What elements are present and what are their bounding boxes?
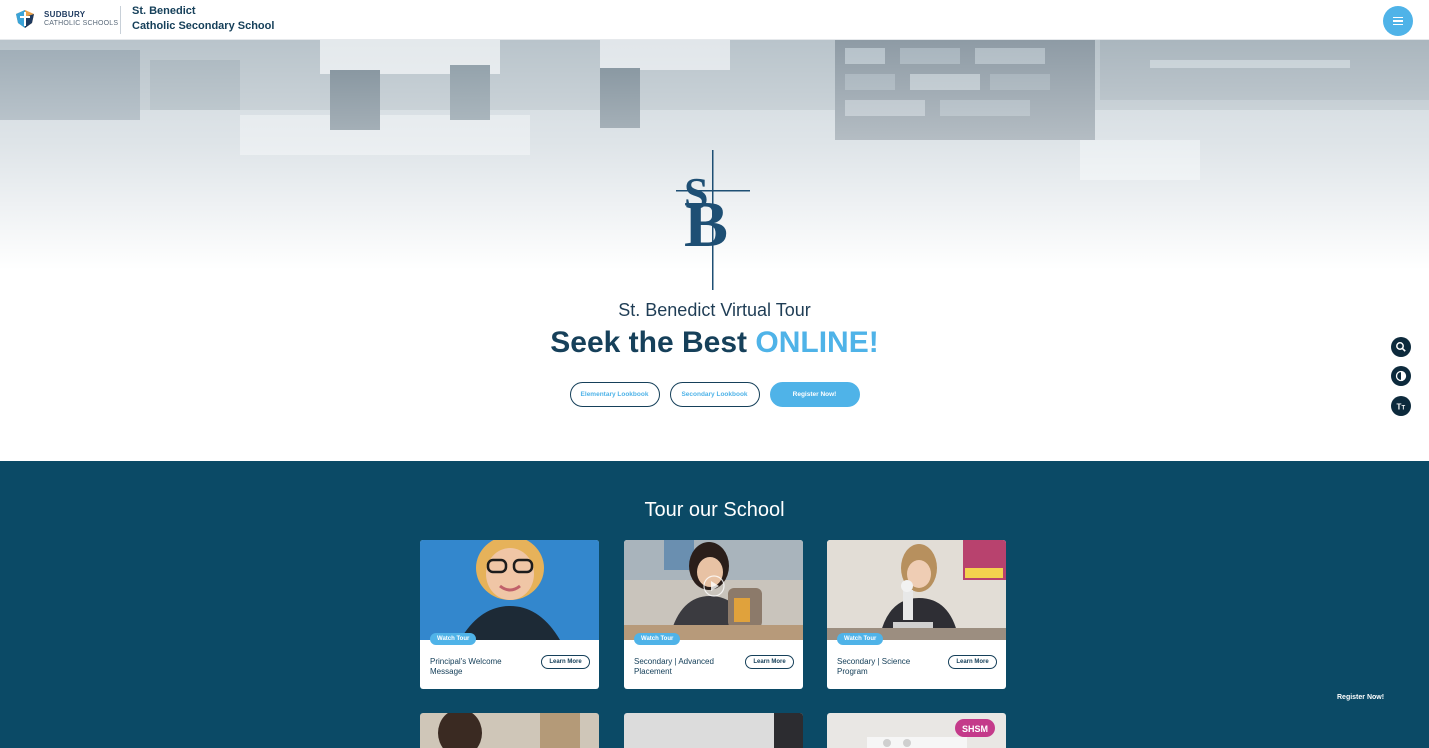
register-now-floating-link[interactable]: Register Now!	[1337, 694, 1384, 701]
watch-tour-badge[interactable]: Watch Tour	[634, 633, 681, 645]
learn-more-button[interactable]: Learn More	[541, 655, 590, 669]
tour-section-title: Tour our School	[644, 499, 785, 521]
hero-title-accent: ONLINE!	[755, 326, 879, 359]
tour-card-title: Principal's Welcome Message	[430, 657, 502, 676]
school-name-line1: St. Benedict	[132, 5, 196, 17]
sudbury-catholic-schools-logo[interactable]: SUDBURY CATHOLIC SCHOOLS	[14, 8, 118, 30]
header-divider	[120, 6, 121, 34]
contrast-icon	[1395, 370, 1407, 382]
tour-section: Tour our School Watch Tour Principal's W…	[0, 461, 1429, 748]
sb-school-logo: S B	[676, 150, 750, 290]
svg-text:B: B	[684, 188, 728, 261]
learn-more-button[interactable]: Learn More	[745, 655, 794, 669]
hamburger-menu-icon	[1393, 16, 1403, 19]
svg-text:T: T	[1402, 406, 1406, 412]
tour-card-partial-2-thumbnail[interactable]	[624, 713, 803, 748]
hero-title: Seek the Best ONLINE!	[0, 326, 1429, 360]
tour-card-partial-3-thumbnail[interactable]: SHSM	[827, 713, 1006, 748]
crest-icon	[16, 10, 34, 28]
hero-title-main: Seek the Best	[550, 326, 748, 359]
site-header: SUDBURY CATHOLIC SCHOOLS St. Benedict Ca…	[0, 0, 1429, 40]
brand-subname: CATHOLIC SCHOOLS	[44, 20, 119, 27]
tour-card-partial-1-thumbnail[interactable]	[420, 713, 599, 748]
shsm-logo-label: SHSM	[962, 724, 988, 734]
tour-card-science[interactable]: Watch Tour Secondary | Science Program L…	[827, 540, 1006, 689]
tour-subtitle: St. Benedict Virtual Tour	[618, 300, 811, 320]
watch-tour-badge[interactable]: Watch Tour	[837, 633, 884, 645]
advanced-placement-video-thumbnail	[624, 540, 803, 640]
text-size-tool-button[interactable]: T T	[1391, 396, 1411, 416]
hero-section: S B St. Benedict Virtual Tour Seek the B…	[0, 40, 1429, 461]
science-program-video-thumbnail	[827, 540, 1006, 640]
contrast-tool-button[interactable]	[1391, 366, 1411, 386]
watch-tour-badge[interactable]: Watch Tour	[430, 633, 477, 645]
learn-more-button[interactable]: Learn More	[948, 655, 997, 669]
elementary-lookbook-button[interactable]: Elementary Lookbook	[569, 382, 660, 407]
menu-button[interactable]	[1383, 6, 1413, 36]
secondary-lookbook-button[interactable]: Secondary Lookbook	[669, 382, 760, 407]
principal-video-thumbnail	[420, 540, 599, 640]
school-name-link[interactable]: St. Benedict Catholic Secondary School	[132, 4, 274, 34]
school-name-line2: Catholic Secondary School	[132, 20, 275, 32]
brand-name: SUDBURY	[44, 10, 86, 19]
hero-cta-row: Elementary Lookbook Secondary Lookbook R…	[0, 382, 1429, 407]
search-tool-button[interactable]	[1391, 337, 1411, 357]
text-size-icon: T T	[1397, 403, 1406, 412]
tour-card-title: Secondary | Science Program	[837, 657, 911, 676]
register-now-button[interactable]: Register Now!	[769, 382, 860, 407]
tour-card-title: Secondary | Advanced Placement	[634, 657, 714, 676]
tour-card-advanced-placement[interactable]: Watch Tour Secondary | Advanced Placemen…	[624, 540, 803, 689]
search-icon	[1396, 342, 1406, 352]
tour-card-principal[interactable]: Watch Tour Principal's Welcome Message L…	[420, 540, 599, 689]
